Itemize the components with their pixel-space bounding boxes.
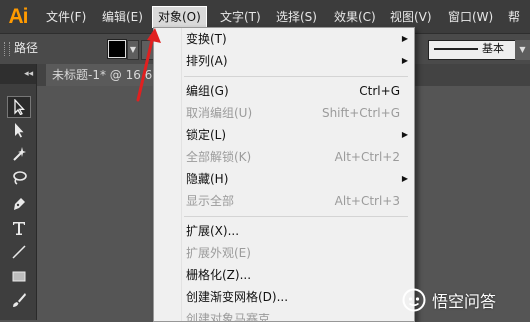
type-tool[interactable] [8,218,30,238]
menu-item-shortcut: Alt+Ctrl+2 [334,150,400,164]
menu-item-transform[interactable]: 变换(T) ▶ [154,28,414,50]
menu-item-label: 显示全部 [186,194,235,208]
menu-item-shortcut: Alt+Ctrl+3 [334,194,400,208]
collapse-icon: ◂◂ [24,69,36,79]
menu-item-lock[interactable]: 锁定(L) ▶ [154,124,414,146]
menu-view[interactable]: 视图(V) [388,7,434,27]
menu-item-label: 锁定(L) [186,128,227,142]
menu-help[interactable]: 帮 [506,7,522,27]
menu-item-rasterize[interactable]: 栅格化(Z)... [154,264,414,286]
submenu-arrow-icon: ▶ [401,56,408,65]
pen-tool[interactable] [8,194,30,214]
direct-selection-tool[interactable] [8,120,30,140]
submenu-arrow-icon: ▶ [401,174,408,183]
brush-dropdown-button[interactable]: ▼ [515,40,530,60]
menu-item-group[interactable]: 编组(G) Ctrl+G [154,80,414,102]
menu-item-create-gradient-mesh[interactable]: 创建渐变网格(D)... [154,286,414,308]
menu-item-label: 扩展外观(E) [186,246,251,260]
menu-separator [184,216,408,217]
menu-item-label: 取消编组(U) [186,106,253,120]
tools-panel-header[interactable]: ◂◂ [0,64,36,84]
submenu-arrow-icon: ▶ [401,130,408,139]
submenu-arrow-icon: ▶ [401,34,408,43]
menu-window[interactable]: 窗口(W) [446,7,495,27]
line-icon [12,245,26,259]
magic-wand-icon [13,147,26,161]
menu-type[interactable]: 文字(T) [218,7,263,27]
red-annotation-arrow-icon [136,28,161,102]
brush-definition-label: 基本 [482,42,504,55]
menu-item-label: 扩展(X)... [186,224,240,238]
lasso-icon [13,171,27,185]
menu-item-label: 排列(A) [186,54,228,68]
brush-stroke-preview [434,48,478,50]
app-logo-text: Ai [8,4,29,28]
menu-item-shortcut: Shift+Ctrl+G [321,106,400,120]
menu-item-label: 创建渐变网格(D)... [186,290,289,304]
fill-color-swatch[interactable] [107,39,127,59]
menu-item-label: 变换(T) [186,32,227,46]
menu-separator [184,76,408,77]
menu-effect[interactable]: 效果(C) [332,7,378,27]
paintbrush-icon [13,293,26,307]
watermark: 悟空问答 [402,285,496,315]
rectangle-tool[interactable] [8,266,30,286]
menu-item-expand-appearance[interactable]: 扩展外观(E) [154,242,414,264]
object-menu-dropdown: 变换(T) ▶ 排列(A) ▶ 编组(G) Ctrl+G 取消编组(U) Shi… [153,27,415,322]
selection-tool[interactable] [7,96,31,118]
watermark-text: 悟空问答 [432,292,497,311]
menu-item-label: 全部解锁(K) [186,150,252,164]
selection-tool-icon [14,99,25,115]
menu-item-shortcut: Ctrl+G [359,84,400,98]
line-tool[interactable] [8,242,30,262]
pen-icon [14,198,25,210]
type-icon [13,222,25,235]
menu-item-unlock-all[interactable]: 全部解锁(K) Alt+Ctrl+2 [154,146,414,168]
menu-file[interactable]: 文件(F) [44,7,88,27]
menu-select[interactable]: 选择(S) [274,7,319,27]
menu-item-label: 栅格化(Z)... [186,268,252,282]
menu-item-hide[interactable]: 隐藏(H) ▶ [154,168,414,190]
control-bar-grip[interactable] [4,42,10,56]
rectangle-icon [12,271,26,282]
menu-item-ungroup[interactable]: 取消编组(U) Shift+Ctrl+G [154,102,414,124]
app-logo: Ai [0,0,36,33]
paintbrush-tool[interactable] [8,290,30,310]
direct-selection-tool-icon [15,123,24,138]
watermark-logo-icon [402,288,426,312]
menu-item-label: 编组(G) [186,84,229,98]
selection-type-label: 路径 [14,41,39,55]
menu-item-label: 隐藏(H) [186,172,229,186]
menu-item-show-all[interactable]: 显示全部 Alt+Ctrl+3 [154,190,414,212]
menu-item-expand[interactable]: 扩展(X)... [154,220,414,242]
magic-wand-tool[interactable] [8,144,30,164]
menu-item-arrange[interactable]: 排列(A) ▶ [154,50,414,72]
lasso-tool[interactable] [8,168,30,188]
chevron-down-icon: ▼ [519,45,526,54]
